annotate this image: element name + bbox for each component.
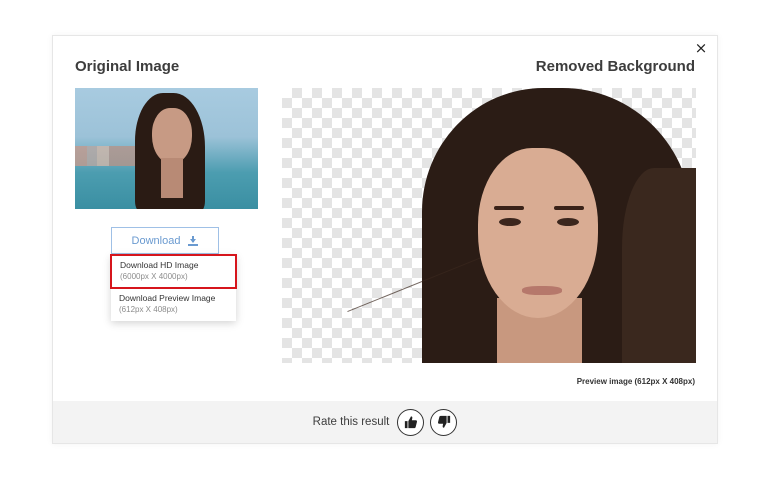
download-preview-option[interactable]: Download Preview Image (612px X 408px) — [111, 289, 236, 322]
close-icon[interactable]: × — [693, 40, 709, 56]
thumbs-up-button[interactable] — [397, 408, 425, 436]
download-button[interactable]: Download — [111, 227, 219, 254]
download-hd-label: Download HD Image — [120, 260, 199, 270]
download-dropdown: Download HD Image (6000px X 4000px) Down… — [110, 254, 237, 322]
thumbs-up-icon — [404, 416, 417, 429]
download-button-label: Download — [131, 234, 181, 247]
download-hd-size: (6000px X 4000px) — [120, 272, 188, 281]
rating-footer: Rate this result — [53, 401, 717, 443]
result-modal: × Original Image Removed Background Down… — [52, 35, 718, 444]
rate-label: Rate this result — [312, 416, 390, 428]
download-preview-size: (612px X 408px) — [119, 305, 178, 314]
thumbs-down-icon — [437, 415, 450, 428]
download-icon — [188, 235, 199, 246]
removed-background-image — [282, 88, 696, 363]
preview-caption: Preview image (612px X 408px) — [576, 377, 695, 386]
original-image-title: Original Image — [75, 58, 180, 75]
removed-background-title: Removed Background — [535, 58, 695, 75]
download-hd-option[interactable]: Download HD Image (6000px X 4000px) — [110, 254, 237, 289]
thumbs-down-button[interactable] — [430, 408, 458, 436]
download-preview-label: Download Preview Image — [119, 293, 216, 303]
original-image — [75, 88, 258, 209]
